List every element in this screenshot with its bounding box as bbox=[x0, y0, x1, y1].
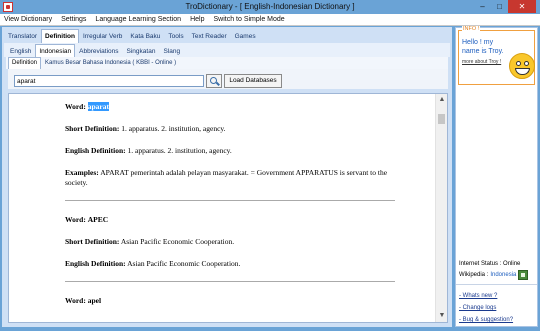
sidebar-divider bbox=[456, 284, 537, 285]
tab-english[interactable]: English bbox=[6, 44, 35, 58]
tab-tools[interactable]: Tools bbox=[164, 29, 187, 43]
window-controls: – □ ✕ bbox=[474, 0, 536, 13]
scroll-thumb[interactable] bbox=[438, 114, 445, 124]
internet-status: Internet Status : Online bbox=[459, 261, 521, 267]
search-icon-handle bbox=[216, 81, 220, 86]
tab-kata-baku[interactable]: Kata Baku bbox=[126, 29, 164, 43]
word-value: aparat bbox=[87, 102, 109, 111]
search-input[interactable] bbox=[14, 75, 204, 87]
entry-list: Word: aparat Short Definition: 1. appara… bbox=[65, 102, 395, 318]
english-definition-row: English Definition: 1. apparatus. 2. ins… bbox=[65, 146, 395, 156]
info-greeting: Hello ! my name is Troy. bbox=[462, 39, 504, 55]
tab-abbreviations[interactable]: Abbreviations bbox=[75, 44, 122, 58]
tab-translator[interactable]: Translator bbox=[4, 29, 41, 43]
short-definition-row: Short Definition: 1. apparatus. 2. insti… bbox=[65, 124, 395, 134]
short-definition-text: Asian Pacific Economic Cooperation. bbox=[120, 237, 235, 246]
entry-word-row: Word: aparat bbox=[65, 102, 395, 112]
english-definition-label: English Definition: bbox=[65, 259, 126, 268]
word-label: Word: bbox=[65, 296, 86, 305]
about-troy-link[interactable]: more about Troy ! bbox=[462, 59, 501, 65]
tab-indonesian[interactable]: Indonesian bbox=[35, 44, 76, 58]
entry-word-row: Word: APEC bbox=[65, 215, 395, 225]
load-databases-button[interactable]: Load Databases bbox=[224, 74, 282, 88]
tab-text-reader[interactable]: Text Reader bbox=[188, 29, 231, 43]
english-definition-row: English Definition: Asian Pacific Econom… bbox=[65, 259, 395, 269]
short-definition-label: Short Definition: bbox=[65, 124, 120, 133]
short-definition-label: Short Definition: bbox=[65, 237, 120, 246]
tab-irregular-verb[interactable]: Irregular Verb bbox=[79, 29, 126, 43]
main-pane: Translator Definition Irregular Verb Kat… bbox=[2, 27, 452, 327]
word-value: apel bbox=[87, 296, 102, 305]
examples-row: Examples: APARAT pemerintah adalah pelay… bbox=[65, 168, 395, 188]
search-bar: Load Databases bbox=[8, 69, 448, 89]
main-tabs: Translator Definition Irregular Verb Kat… bbox=[4, 29, 260, 43]
word-value: APEC bbox=[87, 215, 109, 224]
short-definition-text: 1. apparatus. 2. institution, agency. bbox=[121, 124, 226, 133]
tab-kbbi-online[interactable]: Kamus Besar Bahasa Indonesia ( KBBI - On… bbox=[41, 57, 180, 69]
menu-language-learning[interactable]: Language Learning Section bbox=[95, 14, 181, 25]
tab-definition[interactable]: Definition bbox=[41, 29, 79, 43]
close-button[interactable]: ✕ bbox=[508, 0, 536, 13]
search-button[interactable] bbox=[206, 74, 222, 88]
scroll-up-icon[interactable]: ▲ bbox=[436, 94, 447, 106]
wikipedia-settings-icon[interactable] bbox=[518, 270, 529, 280]
menu-settings[interactable]: Settings bbox=[61, 14, 86, 25]
info-title: INFO ! bbox=[462, 26, 481, 32]
wikipedia-language-link[interactable]: Indonesia bbox=[490, 271, 516, 280]
tab-games[interactable]: Games bbox=[231, 29, 260, 43]
english-definition-text: Asian Pacific Economic Cooperation. bbox=[127, 259, 241, 268]
english-definition-text: 1. apparatus. 2. institution, agency. bbox=[127, 146, 232, 155]
window-title: TroDictionary - [ English-Indonesian Dic… bbox=[185, 2, 355, 11]
scroll-down-icon[interactable]: ▼ bbox=[436, 310, 447, 322]
maximize-button[interactable]: □ bbox=[491, 0, 508, 13]
mascot-eye bbox=[516, 61, 521, 66]
minimize-button[interactable]: – bbox=[474, 0, 491, 13]
menu-simple-mode[interactable]: Switch to Simple Mode bbox=[213, 14, 284, 25]
definition-view: Word: aparat Short Definition: 1. appara… bbox=[8, 93, 448, 323]
short-definition-row: Short Definition: Asian Pacific Economic… bbox=[65, 237, 395, 247]
entry-divider bbox=[65, 200, 395, 201]
word-label: Word: bbox=[65, 215, 86, 224]
sidebar-links: - Whats new ? - Change logs - Bug & sugg… bbox=[459, 290, 513, 326]
info-box: INFO ! Hello ! my name is Troy. more abo… bbox=[458, 26, 535, 85]
wikipedia-row: Wikipedia : Indonesia bbox=[459, 270, 529, 280]
wikipedia-label: Wikipedia : bbox=[459, 271, 489, 278]
examples-text: APARAT pemerintah adalah pelayan masyara… bbox=[65, 168, 388, 187]
word-label: Word: bbox=[65, 102, 86, 111]
mascot-mouth bbox=[515, 68, 530, 75]
entry-divider bbox=[65, 281, 395, 282]
info-sidebar: INFO ! Hello ! my name is Troy. more abo… bbox=[455, 26, 538, 327]
language-tabs: English Indonesian Abbreviations Singkat… bbox=[6, 44, 184, 58]
bug-suggestion-link[interactable]: - Bug & suggestion? bbox=[459, 314, 513, 326]
vertical-scrollbar[interactable]: ▲ ▼ bbox=[435, 94, 447, 322]
definition-tabs: Definition Kamus Besar Bahasa Indonesia … bbox=[8, 57, 180, 69]
troy-mascot-icon bbox=[509, 53, 535, 79]
english-definition-label: English Definition: bbox=[65, 146, 126, 155]
tab-slang[interactable]: Slang bbox=[159, 44, 184, 58]
examples-label: Examples: bbox=[65, 168, 99, 177]
whats-new-link[interactable]: - Whats new ? bbox=[459, 290, 513, 302]
entry-word-row: Word: apel bbox=[65, 296, 395, 306]
menu-help[interactable]: Help bbox=[190, 14, 204, 25]
tab-definition-sub[interactable]: Definition bbox=[8, 57, 42, 69]
menu-bar: View Dictionary Settings Language Learni… bbox=[0, 14, 540, 26]
change-logs-link[interactable]: - Change logs bbox=[459, 302, 513, 314]
menu-view-dictionary[interactable]: View Dictionary bbox=[4, 14, 52, 25]
mascot-eye bbox=[524, 61, 529, 66]
title-bar: TroDictionary - [ English-Indonesian Dic… bbox=[0, 0, 540, 14]
tab-singkatan[interactable]: Singkatan bbox=[123, 44, 160, 58]
